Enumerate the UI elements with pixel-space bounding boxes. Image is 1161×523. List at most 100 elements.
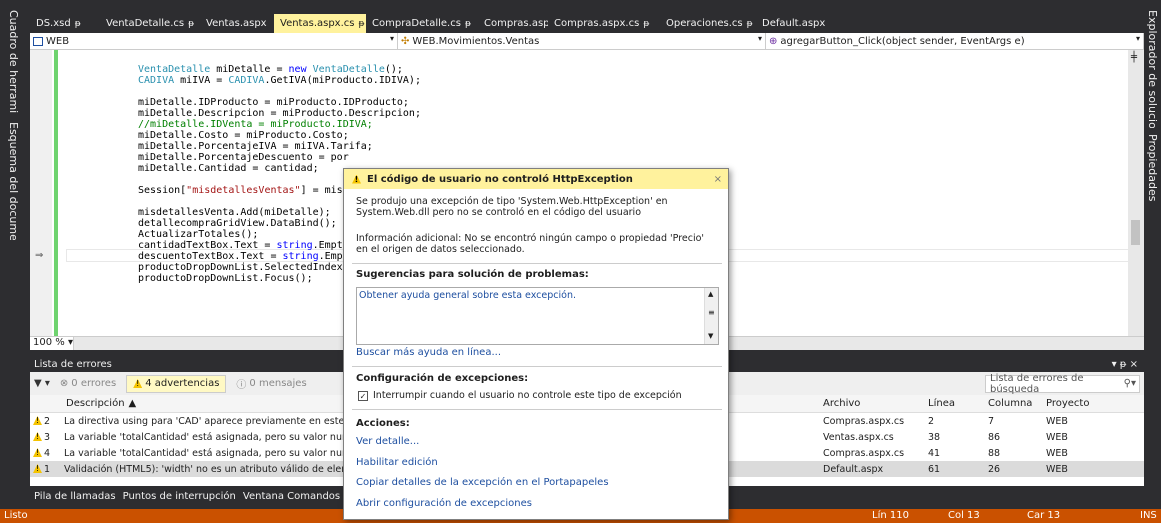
error-icon: ⊗	[59, 378, 69, 389]
tab-ds-xsd[interactable]: DS.xsd ᵽ	[30, 14, 100, 33]
col-description-label: Descripción	[66, 398, 125, 409]
tab-operaciones-cs[interactable]: Operaciones.cs ᵽ	[660, 14, 756, 33]
copy-details-link[interactable]: Copiar detalles de la excepción en el Po…	[356, 477, 609, 488]
error-search-input[interactable]: Lista de errores de búsqueda ⚲▾	[985, 373, 1140, 395]
enable-editing-link[interactable]: Habilitar edición	[356, 457, 438, 468]
search-icon: ⚲▾	[1123, 378, 1136, 389]
warning-icon: !	[33, 448, 42, 457]
pin-icon[interactable]: ᵽ	[643, 19, 649, 29]
tab-label: DS.xsd	[36, 18, 71, 29]
status-col: Col 13	[948, 510, 980, 521]
errors-filter-button[interactable]: ⊗ 0 errores	[53, 375, 123, 393]
scrollbar-thumb[interactable]	[1131, 220, 1140, 245]
exception-helper-popup: ! El código de usuario no controló HttpE…	[343, 168, 729, 520]
chevron-down-icon: ▾	[757, 34, 762, 43]
divider	[352, 263, 722, 264]
breakpoint-arrow-icon: ⇒	[35, 250, 44, 261]
filter-icon[interactable]: ▼ ▾	[34, 378, 50, 389]
more-help-link[interactable]: Buscar más ayuda en línea...	[356, 347, 501, 358]
col-column-label: Columna	[988, 398, 1033, 409]
code-line: productoDropDownList.Focus();	[138, 273, 313, 284]
actions-heading: Acciones:	[356, 418, 410, 429]
code-line: miDetalle.IDProducto = miProducto.IDProd…	[138, 97, 409, 108]
row-line: 2	[928, 416, 935, 427]
col-column[interactable]: Columna	[988, 395, 1032, 412]
code-line: miDetalle.Costo = miProducto.Costo;	[138, 130, 349, 141]
tab-label: Ventas.aspx.cs	[280, 18, 355, 29]
break-on-unhandled-option[interactable]: ✓ Interrumpir cuando el usuario no contr…	[358, 390, 682, 401]
view-detail-link[interactable]: Ver detalle...	[356, 436, 419, 447]
row-line: 41	[928, 448, 941, 459]
divider	[352, 366, 722, 367]
tab-ventas-aspx-cs[interactable]: Ventas.aspx.csᵽ ᵽ×	[274, 14, 366, 33]
pin-icon[interactable]: ᵽ ᵽ	[358, 19, 366, 29]
code-line: ActualizarTotales();	[138, 229, 259, 240]
break-on-unhandled-label: Interrumpir cuando el usuario no control…	[373, 390, 682, 401]
method-dropdown[interactable]: ⊕ agregarButton_Click(object sender, Eve…	[766, 33, 1144, 49]
close-icon[interactable]: ×	[714, 174, 722, 185]
row-number: 1	[44, 464, 51, 475]
code-line: productoDropDownList.SelectedIndex	[138, 262, 343, 273]
col-line[interactable]: Línea	[928, 395, 955, 412]
row-description: La variable 'totalCantidad' está asignad…	[64, 448, 354, 459]
open-exception-settings-link[interactable]: Abrir configuración de excepciones	[356, 498, 532, 509]
tab-label: VentaDetalle.cs	[106, 18, 185, 29]
tab-ventas-aspx[interactable]: Ventas.aspx	[200, 14, 274, 33]
tab-default-aspx[interactable]: Default.aspx	[756, 14, 826, 33]
bottom-tab[interactable]: Ventana Comandos	[243, 491, 340, 502]
col-project[interactable]: Proyecto	[1046, 395, 1089, 412]
project-dropdown[interactable]: WEB ▾	[30, 33, 398, 49]
suggestion-link[interactable]: Obtener ayuda general sobre esta excepci…	[359, 290, 576, 301]
row-project: WEB	[1046, 464, 1068, 475]
tab-label: Default.aspx	[762, 18, 826, 29]
row-description: Validación (HTML5): 'width' no es un atr…	[64, 464, 354, 475]
pin-icon[interactable]: ᵽ	[465, 19, 471, 29]
project-icon	[33, 36, 43, 46]
tab-compras-aspx[interactable]: Compras.aspx	[478, 14, 548, 33]
row-column: 26	[988, 464, 1001, 475]
pin-icon[interactable]: ᵽ	[75, 19, 81, 29]
panel-controls[interactable]: ▾ ᵽ ×	[1112, 359, 1138, 370]
suggestions-list[interactable]: Obtener ayuda general sobre esta excepci…	[356, 287, 719, 345]
chevron-down-icon: ▾	[67, 337, 73, 348]
left-tool-rail: Cuadro de herramientas Esquema del docum…	[0, 8, 22, 378]
class-icon: ✣	[401, 35, 410, 47]
code-line: miDetalle.Descripcion = miProducto.Descr…	[138, 108, 421, 119]
tab-label: Operaciones.cs	[666, 18, 743, 29]
col-file[interactable]: Archivo	[823, 395, 860, 412]
row-file: Default.aspx	[823, 464, 884, 475]
bottom-tab[interactable]: Pila de llamadas	[34, 491, 116, 502]
code-line: Session["misdetallesVentas"] = mis	[138, 185, 343, 196]
tab-label: Compras.aspx	[484, 18, 548, 29]
tab-ventadetalle-cs[interactable]: VentaDetalle.cs ᵽ	[100, 14, 200, 33]
row-description: La directiva using para 'CAD' aparece pr…	[64, 416, 354, 427]
scroll-down-icon: ▼	[708, 332, 714, 340]
info-icon: ⓘ	[236, 380, 247, 391]
code-line: VentaDetalle miDetalle = new VentaDetall…	[138, 64, 403, 75]
row-number: 2	[44, 416, 51, 427]
editor-vertical-scrollbar[interactable]: ╪	[1128, 50, 1144, 340]
messages-filter-button[interactable]: ⓘ 0 mensajes	[229, 375, 313, 393]
tab-label: Ventas.aspx	[206, 18, 267, 29]
suggestions-scrollbar[interactable]: ▲ ≡ ▼	[704, 288, 718, 344]
row-file: Compras.aspx.cs	[823, 448, 905, 459]
zoom-dropdown[interactable]: 100 % ▾	[30, 337, 74, 350]
class-label: WEB.Movimientos.Ventas	[412, 35, 540, 47]
tab-compras-aspx-cs[interactable]: Compras.aspx.cs ᵽ	[548, 14, 660, 33]
pin-icon[interactable]: ᵽ	[188, 19, 194, 29]
col-description[interactable]: Descripción ▲	[66, 395, 136, 412]
bottom-tab[interactable]: Puntos de interrupción	[123, 491, 236, 502]
checkbox-checked-icon[interactable]: ✓	[358, 390, 368, 401]
toolbox-tab[interactable]: Cuadro de herramientas	[2, 8, 20, 113]
col-file-label: Archivo	[823, 398, 861, 409]
document-outline-tab[interactable]: Esquema del documento	[2, 120, 20, 240]
code-line: cantidadTextBox.Text = string.Empty	[138, 240, 349, 251]
code-line: //miDetalle.IDVenta = miProducto.IDIVA;	[138, 119, 373, 130]
tab-compradetalle-cs[interactable]: CompraDetalle.cs ᵽ	[366, 14, 478, 33]
pin-icon[interactable]: ᵽ	[747, 19, 753, 29]
chevron-down-icon: ▾	[1135, 34, 1140, 43]
chevron-down-icon: ▾	[389, 34, 394, 43]
class-dropdown[interactable]: ✣ WEB.Movimientos.Ventas ▾	[398, 33, 766, 49]
warnings-filter-button[interactable]: ! 4 advertencias	[126, 374, 227, 393]
col-project-label: Proyecto	[1046, 398, 1090, 409]
